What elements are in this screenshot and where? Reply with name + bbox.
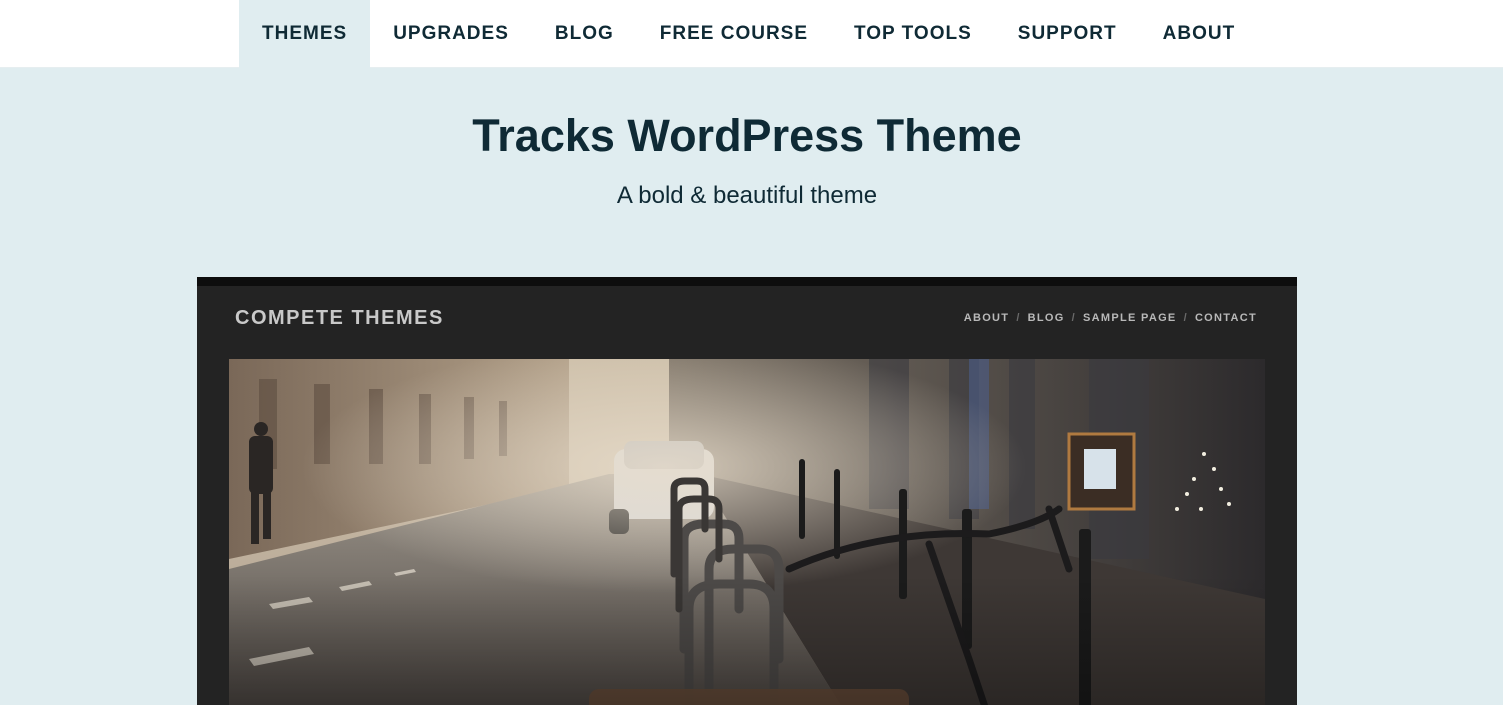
preview-nav-sample-page: SAMPLE PAGE xyxy=(1083,312,1177,324)
theme-preview-screenshot[interactable]: COMPETE THEMES ABOUT / BLOG / SAMPLE PAG… xyxy=(197,277,1297,705)
preview-nav-about: ABOUT xyxy=(963,312,1010,324)
nav-item-about[interactable]: ABOUT xyxy=(1140,0,1259,68)
page-title-rest: WordPress Theme xyxy=(614,110,1022,161)
nav-item-top-tools[interactable]: TOP TOOLS xyxy=(831,0,995,68)
street-bicycles-photo xyxy=(229,359,1265,705)
nav-menu: THEMES UPGRADES BLOG FREE COURSE TOP TOO… xyxy=(239,0,1258,68)
nav-item-upgrades[interactable]: UPGRADES xyxy=(370,0,532,68)
nav-item-themes[interactable]: THEMES xyxy=(239,0,371,68)
nav-item-support[interactable]: SUPPORT xyxy=(995,0,1140,68)
nav-item-free-course[interactable]: FREE COURSE xyxy=(637,0,831,68)
page-title-bold: Tracks xyxy=(472,110,615,161)
preview-nav-separator: / xyxy=(1071,312,1077,324)
preview-nav-separator: / xyxy=(1016,312,1021,324)
preview-nav-contact: CONTACT xyxy=(1194,312,1257,324)
nav-item-blog[interactable]: BLOG xyxy=(532,0,637,68)
photo-illustration xyxy=(229,359,1265,705)
preview-site-brand: COMPETE THEMES xyxy=(235,307,444,329)
preview-site-nav: ABOUT / BLOG / SAMPLE PAGE / CONTACT xyxy=(964,312,1257,324)
top-navigation: THEMES UPGRADES BLOG FREE COURSE TOP TOO… xyxy=(0,0,1503,68)
preview-nav-blog: BLOG xyxy=(1027,312,1065,324)
preview-nav-separator: / xyxy=(1183,312,1188,324)
page-title: Tracks WordPress Theme xyxy=(0,108,1494,164)
page-subtitle: A bold & beautiful theme xyxy=(616,182,878,209)
